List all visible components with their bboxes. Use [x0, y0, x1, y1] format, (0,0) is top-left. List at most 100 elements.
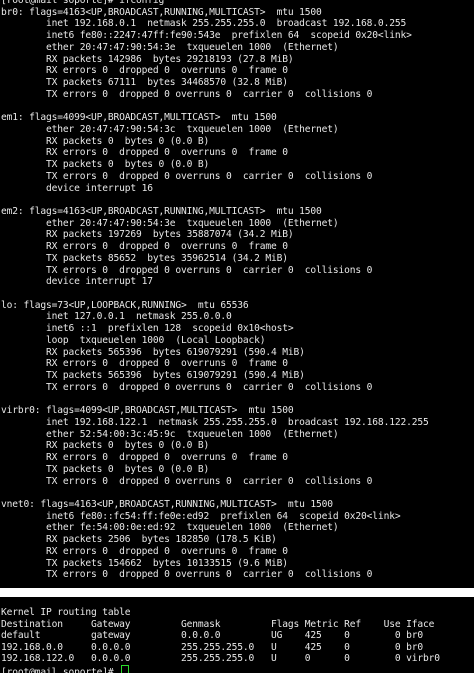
terminal-line: RX packets 0 bytes 0 (0.0 B): [1, 136, 209, 148]
terminal-line-text: TX errors 0 dropped 0 overruns 0 carrier…: [1, 88, 373, 100]
terminal-line-text: inet6 fe80::2247:47ff:fe90:543e prefixle…: [1, 30, 412, 42]
terminal-line: 192.168.122.0 0.0.0.0 255.255.255.0 U 0 …: [1, 653, 440, 665]
terminal-line-text: device interrupt 17: [1, 276, 153, 288]
terminal-line: RX errors 0 dropped 0 overruns 0 frame 0: [1, 241, 288, 253]
terminal-line-text: 192.168.0.0 0.0.0.0 255.255.255.0 U 425 …: [1, 641, 423, 653]
terminal-line: default gateway 0.0.0.0 UG 425 0 0 br0: [1, 630, 423, 642]
terminal-line-text: ether 20:47:47:90:54:3e txqueuelen 1000 …: [1, 41, 339, 53]
terminal-line-text: RX packets 197269 bytes 35887074 (34.2 M…: [1, 229, 294, 241]
terminal-line-text: TX packets 85652 bytes 35962514 (34.2 Mi…: [1, 252, 288, 264]
terminal-line-text: TX packets 565396 bytes 619079291 (590.4…: [1, 370, 305, 382]
terminal-line: TX errors 0 dropped 0 overruns 0 carrier…: [1, 265, 372, 277]
terminal-line: RX packets 197269 bytes 35887074 (34.2 M…: [1, 229, 294, 241]
terminal-line: RX packets 142986 bytes 29218193 (27.8 M…: [1, 54, 294, 66]
terminal-line-text: TX packets 0 bytes 0 (0.0 B): [1, 463, 210, 475]
terminal-line-text: virbr0: flags=4099<UP,BROADCAST,MULTICAS…: [1, 405, 294, 417]
terminal-line: [root@mail soporte]#: [1, 665, 130, 673]
terminal-line: ether fe:54:00:0e:ed:92 txqueuelen 1000 …: [1, 522, 339, 534]
terminal-line: loop txqueuelen 1000 (Local Loopback): [1, 334, 266, 347]
terminal-line: em1: flags=4099<UP,BROADCAST,MULTICAST> …: [1, 112, 277, 124]
terminal-line: br0: flags=4163<UP,BROADCAST,RUNNING,MUL…: [1, 7, 322, 19]
terminal-line-text: inet6 fe80::fc54:ff:fe0e:ed92 prefixlen …: [1, 510, 401, 522]
terminal-line: device interrupt 16: [1, 183, 153, 195]
terminal-line-text: loop txqueuelen 1000 (Local Loopback): [1, 334, 266, 346]
terminal-line: TX packets 154662 bytes 10133515 (9.6 Mi…: [1, 558, 288, 570]
terminal-line-text: ether 20:47:47:90:54:3c txqueuelen 1000 …: [1, 123, 339, 135]
terminal-line-text: br0: flags=4163<UP,BROADCAST,RUNNING,MUL…: [1, 6, 322, 18]
terminal-line: RX errors 0 dropped 0 overruns 0 frame 0: [1, 65, 288, 77]
terminal-line-text: inet6 ::1 prefixlen 128 scopeid 0x10<hos…: [1, 323, 294, 335]
terminal-line: ether 20:47:47:90:54:3c txqueuelen 1000 …: [1, 124, 339, 136]
terminal-line-text: RX errors 0 dropped 0 overruns 0 frame 0: [1, 241, 288, 253]
terminal-output-route[interactable]: Kernel IP routing table Destination Gatew…: [0, 597, 474, 673]
terminal-line: RX packets 0 bytes 0 (0.0 B): [1, 440, 209, 452]
terminal-line: TX packets 0 bytes 0 (0.0 B): [1, 464, 209, 476]
terminal-line-text: TX errors 0 dropped 0 overruns 0 carrier…: [1, 569, 373, 581]
terminal-line: RX errors 0 dropped 0 overruns 0 frame 0: [1, 358, 288, 370]
terminal-line: TX errors 0 dropped 0 overruns 0 carrier…: [1, 171, 372, 183]
terminal-line-text: vnet0: flags=4163<UP,BROADCAST,RUNNING,M…: [1, 498, 333, 510]
terminal-line-text: RX errors 0 dropped 0 overruns 0 frame 0: [1, 147, 288, 159]
terminal-line-text: RX packets 142986 bytes 29218193 (27.8 M…: [1, 53, 294, 65]
terminal-line-text: TX errors 0 dropped 0 overruns 0 carrier…: [1, 381, 373, 393]
terminal-line: TX packets 0 bytes 0 (0.0 B): [1, 159, 209, 171]
terminal-line-text: inet 127.0.0.1 netmask 255.0.0.0: [1, 311, 232, 323]
terminal-line-text: TX packets 154662 bytes 10133515 (9.6 Mi…: [1, 557, 288, 569]
terminal-line: inet6 ::1 prefixlen 128 scopeid 0x10<hos…: [1, 323, 294, 335]
terminal-line: RX errors 0 dropped 0 overruns 0 frame 0: [1, 546, 288, 558]
terminal-line: RX packets 2506 bytes 182850 (178.5 KiB): [1, 534, 277, 546]
terminal-line-text: RX packets 565396 bytes 619079291 (590.4…: [1, 346, 305, 358]
cursor-icon: [121, 665, 130, 673]
terminal-output-ifconfig[interactable]: [root@mail soporte]# ifconfig br0: flags=…: [0, 0, 474, 588]
terminal-line-text: ether 20:47:47:90:54:3e txqueuelen 1000 …: [1, 217, 339, 229]
terminal-line: TX errors 0 dropped 0 overruns 0 carrier…: [1, 569, 372, 581]
terminal-line-text: TX errors 0 dropped 0 overruns 0 carrier…: [1, 264, 373, 276]
terminal-line-text: TX packets 67111 bytes 34468570 (32.8 Mi…: [1, 77, 288, 89]
terminal-line-text: inet 192.168.0.1 netmask 255.255.255.0 b…: [1, 18, 407, 30]
terminal-line: em2: flags=4163<UP,BROADCAST,RUNNING,MUL…: [1, 206, 322, 218]
terminal-line: vnet0: flags=4163<UP,BROADCAST,RUNNING,M…: [1, 499, 333, 511]
terminal-line-text: Kernel IP routing table: [1, 607, 131, 618]
terminal-line: inet6 fe80::2247:47ff:fe90:543e prefixle…: [1, 30, 412, 42]
terminal-line: Kernel IP routing table: [1, 607, 131, 619]
terminal-line: ether 20:47:47:90:54:3e txqueuelen 1000 …: [1, 42, 339, 54]
terminal-line-text: RX packets 2506 bytes 182850 (178.5 KiB): [1, 534, 277, 546]
terminal-line-text: Destination Gateway Genmask Flags Metric…: [1, 618, 435, 630]
terminal-line-text: RX errors 0 dropped 0 overruns 0 frame 0: [1, 545, 288, 557]
terminal-line-text: default gateway 0.0.0.0 UG 425 0 0 br0: [1, 630, 423, 642]
terminal-line: TX errors 0 dropped 0 overruns 0 carrier…: [1, 382, 372, 394]
terminal-line-text: inet 192.168.122.1 netmask 255.255.255.0…: [1, 416, 429, 428]
terminal-line: [root@mail soporte]# ifconfig: [1, 0, 164, 7]
terminal-line: Destination Gateway Genmask Flags Metric…: [1, 619, 434, 631]
terminal-line: inet6 fe80::fc54:ff:fe0e:ed92 prefixlen …: [1, 510, 401, 523]
terminal-line-text: RX errors 0 dropped 0 overruns 0 frame 0: [1, 65, 288, 77]
terminal-line-text: TX errors 0 dropped 0 overruns 0 carrier…: [1, 170, 373, 182]
terminal-line-text: em1: flags=4099<UP,BROADCAST,MULTICAST> …: [1, 112, 277, 124]
terminal-line-text: ether 52:54:00:3c:45:9c txqueuelen 1000 …: [1, 428, 339, 440]
terminal-line-text: TX packets 0 bytes 0 (0.0 B): [1, 159, 210, 171]
terminal-line: 192.168.0.0 0.0.0.0 255.255.255.0 U 425 …: [1, 642, 423, 654]
terminal-line: virbr0: flags=4099<UP,BROADCAST,MULTICAS…: [1, 405, 294, 417]
terminal-line-text: em2: flags=4163<UP,BROADCAST,RUNNING,MUL…: [1, 205, 322, 217]
terminal-line: inet 127.0.0.1 netmask 255.0.0.0: [1, 311, 232, 323]
terminal-line: ether 52:54:00:3c:45:9c txqueuelen 1000 …: [1, 429, 339, 441]
terminal-line: RX packets 565396 bytes 619079291 (590.4…: [1, 347, 305, 359]
terminal-line: TX errors 0 dropped 0 overruns 0 carrier…: [1, 476, 372, 488]
terminal-line: TX packets 565396 bytes 619079291 (590.4…: [1, 370, 305, 382]
terminal-line: TX packets 85652 bytes 35962514 (34.2 Mi…: [1, 253, 288, 265]
terminal-line-text: 192.168.122.0 0.0.0.0 255.255.255.0 U 0 …: [1, 653, 440, 665]
terminal-line-text: [root@mail soporte]#: [1, 667, 120, 673]
terminal-line: TX errors 0 dropped 0 overruns 0 carrier…: [1, 89, 372, 101]
window-gap: [0, 588, 474, 597]
terminal-line-text: device interrupt 16: [1, 182, 153, 194]
terminal-line-text: RX packets 0 bytes 0 (0.0 B): [1, 440, 210, 452]
terminal-line: RX errors 0 dropped 0 overruns 0 frame 0: [1, 147, 288, 159]
terminal-line: lo: flags=73<UP,LOOPBACK,RUNNING> mtu 65…: [1, 300, 249, 312]
terminal-line-text: RX packets 0 bytes 0 (0.0 B): [1, 135, 210, 147]
terminal-line: TX packets 67111 bytes 34468570 (32.8 Mi…: [1, 77, 288, 89]
terminal-line-text: RX errors 0 dropped 0 overruns 0 frame 0: [1, 452, 288, 464]
terminal-line-text: [root@mail soporte]# ifconfig: [1, 0, 165, 6]
terminal-line-text: TX errors 0 dropped 0 overruns 0 carrier…: [1, 475, 373, 487]
terminal-line: device interrupt 17: [1, 276, 153, 288]
terminal-line: ether 20:47:47:90:54:3e txqueuelen 1000 …: [1, 218, 339, 230]
